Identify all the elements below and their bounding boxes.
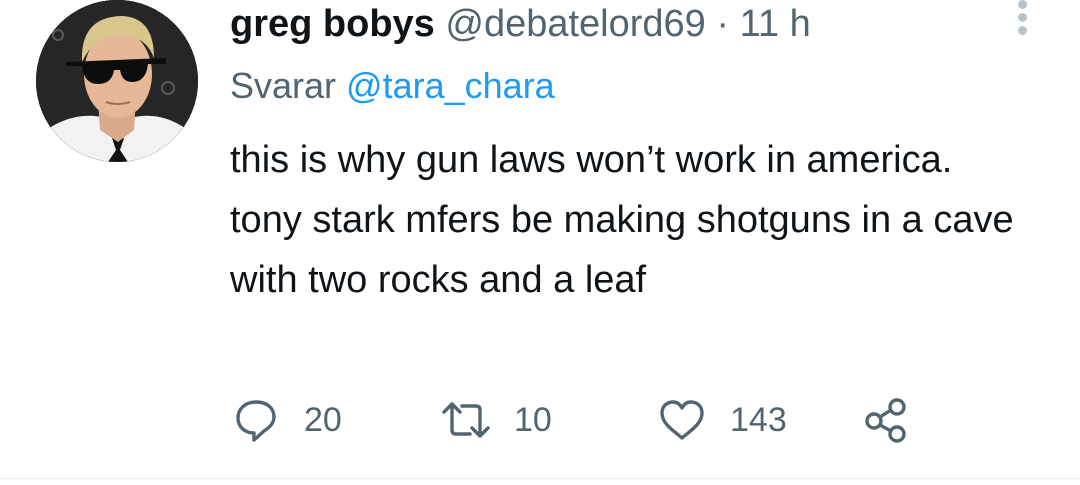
timestamp[interactable]: 11 h [740, 3, 811, 45]
retweet-button[interactable]: 10 [440, 395, 552, 445]
share-button[interactable] [860, 395, 910, 445]
more-vertical-icon[interactable] [1012, 0, 1032, 42]
avatar[interactable] [36, 0, 198, 162]
reply-button[interactable]: 20 [234, 395, 342, 445]
share-nodes-icon [865, 398, 906, 443]
user-handle[interactable]: @debatelord69 [445, 3, 705, 45]
divider [0, 478, 1080, 479]
like-count: 143 [730, 400, 787, 439]
retweet-count: 10 [514, 400, 552, 439]
tweet[interactable]: greg bobys @debatelord69 · 11 h Svarar @… [0, 0, 1080, 485]
like-button[interactable]: 143 [658, 395, 787, 445]
reply-context: Svarar @tara_chara [230, 62, 555, 110]
reply-prefix: Svarar [230, 65, 337, 106]
reply-count: 20 [304, 400, 342, 439]
separator-dot: · [716, 3, 730, 45]
retweet-icon [442, 402, 490, 438]
tweet-text: this is why gun laws won’t work in ameri… [230, 139, 1014, 301]
speech-bubble-icon [236, 400, 276, 442]
reply-mention-link[interactable]: @tara_chara [346, 65, 555, 106]
heart-icon [660, 400, 704, 440]
display-name[interactable]: greg bobys [230, 3, 435, 45]
avatar-image [36, 0, 198, 162]
tweet-header: greg bobys @debatelord69 · 11 h [230, 0, 811, 50]
